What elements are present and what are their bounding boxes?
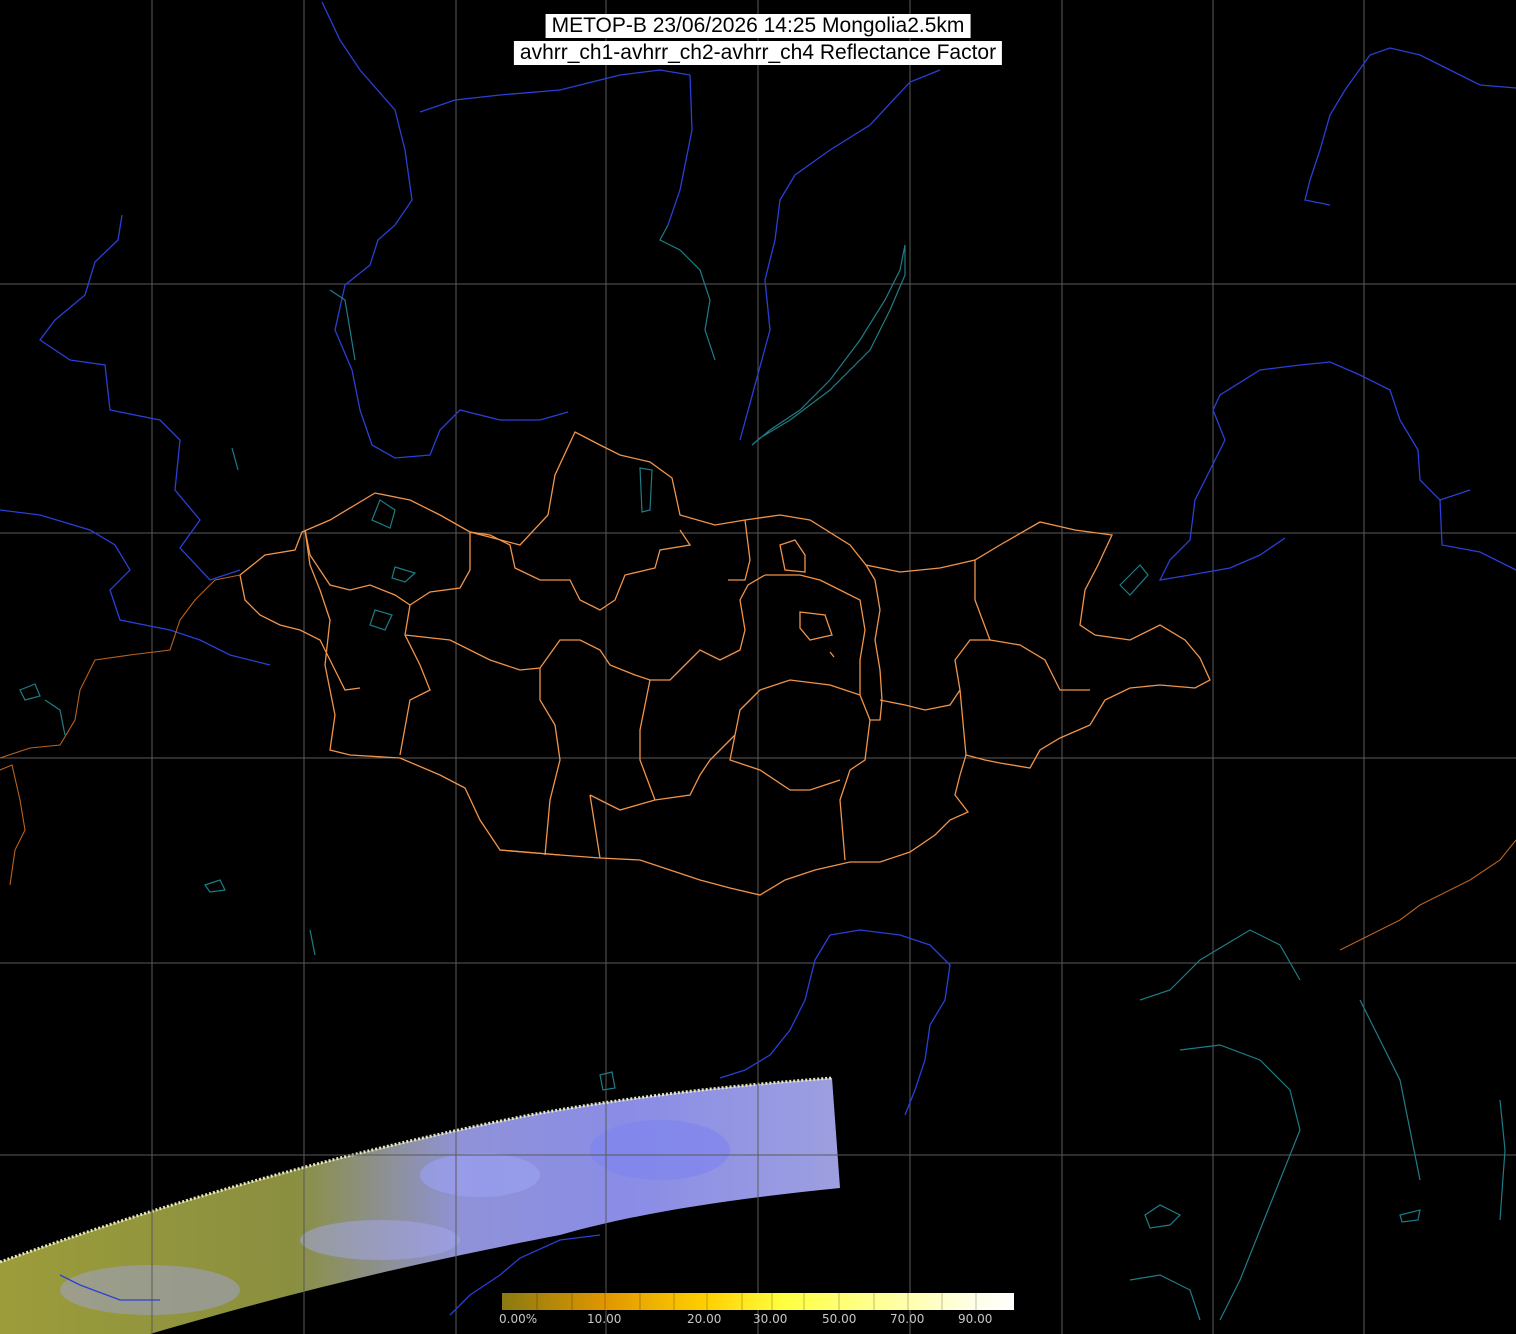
color-scale-bar	[502, 1293, 1014, 1310]
mongolia-province-borders	[239, 431, 1211, 896]
lat-lon-grid	[0, 0, 1516, 1334]
colorbar-label-10: 10.00	[587, 1312, 622, 1326]
colorbar-label-30: 30.00	[753, 1312, 788, 1326]
map-title: METOP-B 23/06/2026 14:25 Mongolia2.5km	[545, 14, 971, 38]
colorbar-label-90: 90.00	[958, 1312, 993, 1326]
colorbar-label-0: 0.00%	[499, 1312, 538, 1326]
map-subtitle: avhrr_ch1-avhrr_ch2-avhrr_ch4 Reflectanc…	[513, 41, 1003, 65]
satellite-map	[0, 0, 1516, 1334]
colorbar-label-20: 20.00	[687, 1312, 722, 1326]
colorbar-label-70: 70.00	[890, 1312, 925, 1326]
colorbar-label-50: 50.00	[822, 1312, 857, 1326]
